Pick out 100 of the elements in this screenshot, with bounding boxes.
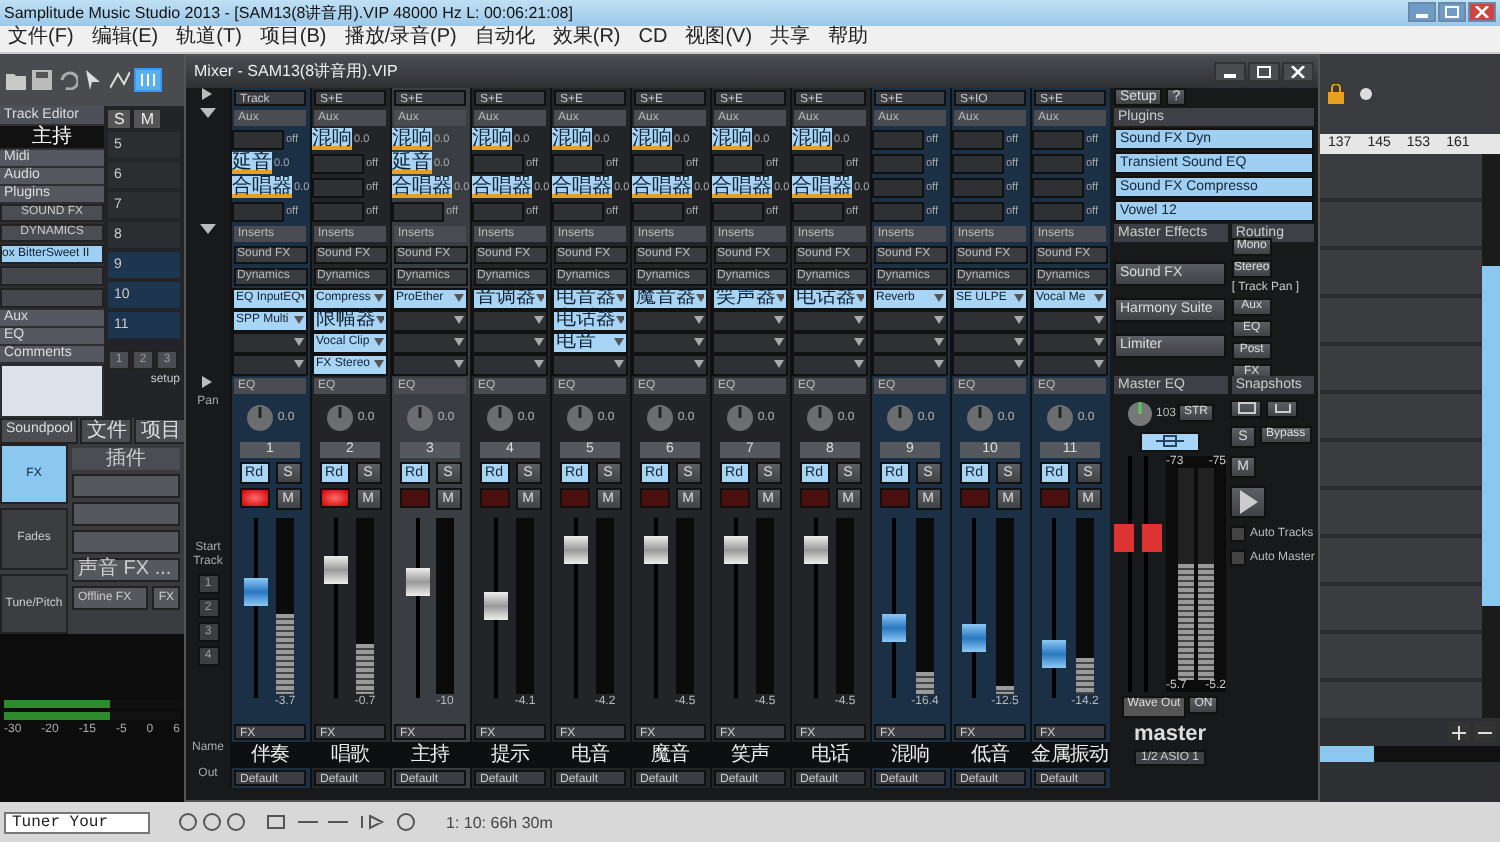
insert-dropdown[interactable]: 电话器	[792, 287, 868, 310]
pan-knob[interactable]	[245, 403, 274, 432]
menu-item[interactable]: 自动化	[474, 26, 535, 51]
insert-dropdown[interactable]	[712, 331, 788, 354]
channel-name[interactable]: 提示	[470, 741, 550, 768]
minimize-button[interactable]	[1214, 61, 1246, 82]
undo-icon[interactable]	[58, 69, 78, 90]
zoom-out-button[interactable]	[1474, 722, 1496, 742]
insert-dropdown[interactable]	[872, 309, 948, 332]
send-slot[interactable]: 延音	[232, 152, 272, 175]
pan-knob[interactable]	[1045, 403, 1074, 432]
pan-knob[interactable]	[645, 403, 674, 432]
menu-item[interactable]: 编辑(E)	[91, 26, 159, 51]
vertical-scrollbar[interactable]	[1482, 153, 1500, 718]
checkbox[interactable]	[1230, 549, 1246, 566]
insert-dropdown[interactable]	[712, 353, 788, 376]
record-button[interactable]	[239, 488, 269, 509]
close-button[interactable]	[1282, 61, 1314, 82]
pan-knob[interactable]	[805, 403, 834, 432]
mixer-icon[interactable]	[136, 69, 160, 90]
menu-item[interactable]: 视图(V)	[685, 26, 753, 51]
channel-name[interactable]: 笑声	[710, 741, 790, 768]
menu-item[interactable]: CD	[638, 26, 668, 51]
insert-dropdown[interactable]: 电话器	[552, 309, 628, 332]
collapse-icon[interactable]	[200, 223, 216, 236]
insert-dropdown[interactable]	[792, 309, 868, 332]
expand-icon[interactable]	[200, 375, 216, 388]
menu-item[interactable]: 帮助	[828, 26, 869, 51]
channel-name[interactable]: 金属振动	[1030, 741, 1110, 768]
insert-dropdown[interactable]: 魔音器	[632, 287, 708, 310]
insert-dropdown[interactable]	[952, 331, 1028, 354]
track-lanes[interactable]	[1320, 153, 1482, 718]
insert-dropdown[interactable]	[872, 353, 948, 376]
insert-dropdown[interactable]	[392, 309, 468, 332]
send-slot[interactable]: 合唱器	[472, 176, 532, 199]
insert-dropdown[interactable]: 限幅器	[312, 309, 388, 332]
menu-item[interactable]: 文件(F)	[8, 26, 74, 51]
insert-dropdown[interactable]	[1032, 331, 1108, 354]
folder-icon[interactable]	[6, 69, 26, 90]
preset-dropdown[interactable]: Tuner Your	[4, 811, 151, 833]
insert-dropdown[interactable]	[392, 331, 468, 354]
channel-name[interactable]: 低音	[950, 741, 1030, 768]
pan-knob[interactable]	[485, 403, 514, 432]
save-icon[interactable]	[32, 69, 52, 90]
send-slot[interactable]: 合唱器	[712, 176, 772, 199]
link-button[interactable]	[1140, 431, 1200, 452]
insert-dropdown[interactable]	[952, 353, 1028, 376]
pan-knob[interactable]	[965, 403, 994, 432]
knob-icon[interactable]	[1125, 399, 1154, 428]
insert-dropdown[interactable]	[472, 353, 548, 376]
tab[interactable]: 文件	[80, 417, 133, 444]
snapshot-button[interactable]	[1230, 399, 1262, 418]
insert-dropdown[interactable]	[472, 309, 548, 332]
insert-dropdown[interactable]	[632, 331, 708, 354]
pan-knob[interactable]	[325, 403, 354, 432]
insert-dropdown[interactable]	[632, 353, 708, 376]
send-slot[interactable]: 混响	[312, 128, 352, 151]
maximize-button[interactable]	[1248, 61, 1280, 82]
send-slot[interactable]: 合唱器	[232, 176, 292, 199]
menu-item[interactable]: 项目(B)	[259, 26, 327, 51]
insert-dropdown[interactable]: 电音	[552, 331, 628, 354]
send-slot[interactable]: 合唱器	[392, 176, 452, 199]
send-slot[interactable]: 混响	[392, 128, 432, 151]
channel-name[interactable]: 伴奏	[230, 741, 310, 768]
dot-icon[interactable]	[1360, 87, 1372, 100]
send-slot[interactable]: 混响	[472, 128, 512, 151]
insert-dropdown[interactable]: 电音器	[552, 287, 628, 310]
insert-dropdown[interactable]	[392, 353, 468, 376]
insert-dropdown[interactable]	[552, 353, 628, 376]
transport-controls-drawing[interactable]	[178, 812, 419, 832]
insert-dropdown[interactable]	[232, 331, 308, 354]
channel-name[interactable]: 主持	[390, 741, 470, 768]
track-name-field[interactable]: 主持	[0, 125, 104, 148]
insert-dropdown[interactable]	[952, 309, 1028, 332]
insert-dropdown[interactable]	[1032, 309, 1108, 332]
lock-icon[interactable]	[1328, 83, 1344, 104]
record-button[interactable]	[319, 488, 349, 509]
menu-item[interactable]: 效果(R)	[552, 26, 621, 51]
send-slot[interactable]: 混响	[552, 128, 592, 151]
insert-dropdown[interactable]	[632, 309, 708, 332]
checkbox[interactable]	[1230, 525, 1246, 542]
zoom-in-button[interactable]	[1448, 722, 1470, 742]
send-slot[interactable]: 混响	[712, 128, 752, 151]
snapshot-button[interactable]	[1266, 399, 1298, 418]
horizontal-scrollbar[interactable]	[1320, 746, 1500, 762]
insert-dropdown[interactable]	[872, 331, 948, 354]
insert-dropdown[interactable]: 音调器	[472, 287, 548, 310]
pan-knob[interactable]	[565, 403, 594, 432]
send-slot[interactable]: 混响	[632, 128, 672, 151]
send-slot[interactable]: 延音	[392, 152, 432, 175]
effect-button[interactable]: 声音 FX ...	[72, 557, 180, 582]
insert-dropdown[interactable]: 笑声器	[712, 287, 788, 310]
channel-name[interactable]: 电话	[790, 741, 870, 768]
menu-item[interactable]: 播放/录音(P)	[344, 26, 457, 51]
pan-knob[interactable]	[405, 403, 434, 432]
menu-item[interactable]: 轨道(T)	[176, 26, 242, 51]
menu-item[interactable]: 共享	[770, 26, 811, 51]
channel-name[interactable]: 唱歌	[310, 741, 390, 768]
send-slot[interactable]: 合唱器	[632, 176, 692, 199]
channel-name[interactable]: 混响	[870, 741, 950, 768]
